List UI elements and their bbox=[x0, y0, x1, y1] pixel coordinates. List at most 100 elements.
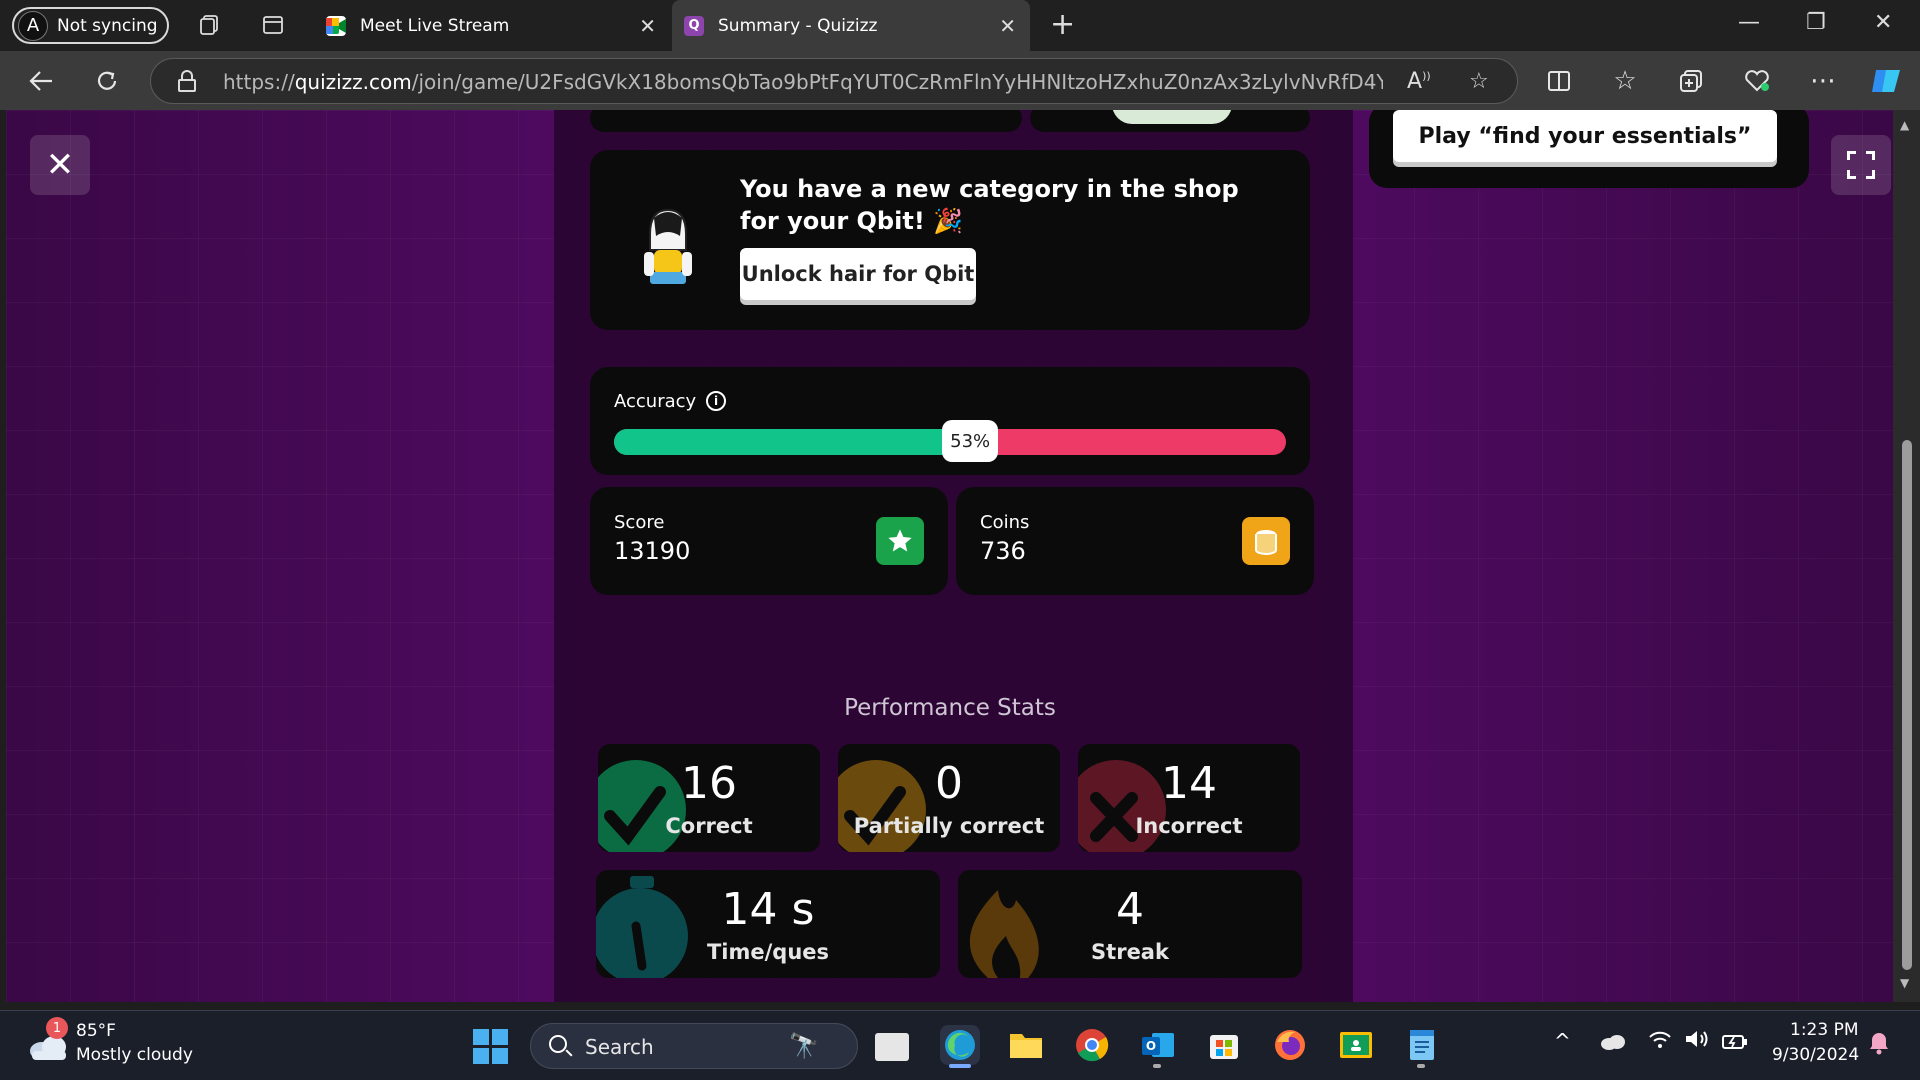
tab-meet-live-stream[interactable]: Meet Live Stream ✕ bbox=[318, 0, 670, 51]
stat-correct-label: Correct bbox=[665, 814, 753, 838]
clock-time[interactable]: 1:23 PM bbox=[1790, 1020, 1859, 1040]
split-screen-icon[interactable] bbox=[1542, 64, 1576, 98]
back-arrow-icon[interactable] bbox=[24, 64, 58, 98]
show-hidden-icons-chevron-icon[interactable]: ^ bbox=[1554, 1029, 1571, 1053]
stat-correct-value: 16 bbox=[681, 758, 737, 809]
url-scheme: https:// bbox=[223, 70, 295, 94]
quizizz-summary-page: ✕ Play “find your essentials” You have a… bbox=[6, 110, 1893, 1002]
stat-time-label: Time/ques bbox=[706, 940, 830, 964]
page-scrollbar[interactable]: ▲ ▼ bbox=[1893, 110, 1920, 1002]
tab-close-icon[interactable]: ✕ bbox=[999, 14, 1016, 38]
stat-streak-label: Streak bbox=[1091, 940, 1169, 964]
outlook-icon[interactable]: O bbox=[1138, 1025, 1178, 1065]
stat-time-value: 14 s bbox=[721, 884, 815, 935]
address-bar[interactable]: https://quizizz.com/join/game/U2FsdGVkX1… bbox=[150, 58, 1518, 104]
notepad-running-indicator bbox=[1417, 1064, 1425, 1068]
accuracy-percent-badge: 53% bbox=[942, 420, 999, 462]
edge-browser-icon[interactable] bbox=[940, 1025, 980, 1065]
notifications-bell-icon[interactable] bbox=[1868, 1031, 1890, 1060]
coins-value: 736 bbox=[980, 537, 1026, 565]
edge-active-indicator bbox=[949, 1064, 971, 1068]
score-card: Score 13190 bbox=[590, 487, 948, 595]
previous-card-stub bbox=[590, 110, 1022, 132]
volume-icon[interactable] bbox=[1684, 1029, 1710, 1054]
svg-text:O: O bbox=[1146, 1039, 1156, 1053]
search-icon bbox=[549, 1035, 567, 1053]
google-meet-icon bbox=[326, 15, 346, 36]
url-host: quizizz.com bbox=[294, 70, 412, 94]
minimize-icon[interactable]: — bbox=[1738, 10, 1760, 35]
qbit-avatar-icon bbox=[640, 206, 696, 288]
weather-description[interactable]: Mostly cloudy bbox=[76, 1045, 193, 1065]
stat-incorrect-value: 14 bbox=[1161, 758, 1217, 809]
scroll-down-arrow-icon[interactable]: ▼ bbox=[1900, 976, 1909, 990]
favorites-icon[interactable]: ☆ bbox=[1608, 64, 1642, 98]
read-aloud-icon[interactable]: A)) bbox=[1407, 69, 1431, 94]
stat-streak-value: 4 bbox=[1116, 884, 1144, 935]
stat-incorrect-label: Incorrect bbox=[1135, 814, 1243, 838]
accuracy-label: Accuracy bbox=[614, 391, 697, 412]
favorite-star-icon[interactable]: ☆ bbox=[1469, 69, 1489, 94]
score-value: 13190 bbox=[614, 537, 691, 565]
url-text[interactable]: https://quizizz.com/join/game/U2FsdGVkX1… bbox=[223, 70, 1383, 94]
score-label: Score bbox=[614, 512, 665, 533]
weather-notification-badge: 1 bbox=[46, 1017, 68, 1039]
taskbar-search-box[interactable]: Search 🔭 bbox=[530, 1023, 858, 1069]
search-highlight-icon: 🔭 bbox=[789, 1032, 819, 1060]
scroll-up-arrow-icon[interactable]: ▲ bbox=[1900, 118, 1909, 132]
info-icon[interactable]: i bbox=[706, 391, 726, 411]
refresh-icon[interactable] bbox=[90, 64, 124, 98]
new-tab-plus-icon[interactable]: + bbox=[1050, 10, 1075, 40]
performance-stats-title: Performance Stats bbox=[844, 695, 1056, 721]
stat-incorrect: 14 Incorrect bbox=[1078, 744, 1300, 852]
character-graphic bbox=[1112, 110, 1232, 124]
stat-correct: 16 Correct bbox=[598, 744, 820, 852]
coins-label: Coins bbox=[980, 512, 1030, 533]
star-icon bbox=[876, 517, 924, 565]
profile-button[interactable]: A Not syncing bbox=[12, 7, 169, 44]
task-view-icon[interactable] bbox=[875, 1033, 909, 1061]
tab-close-icon[interactable]: ✕ bbox=[639, 14, 656, 38]
tab-summary-quizizz[interactable]: Q Summary - Quizizz ✕ bbox=[672, 0, 1030, 51]
outlook-running-indicator bbox=[1153, 1064, 1161, 1068]
restore-icon[interactable]: ❐ bbox=[1806, 10, 1826, 35]
chrome-icon[interactable] bbox=[1072, 1025, 1112, 1065]
window-close-icon[interactable]: ✕ bbox=[1874, 10, 1892, 35]
profile-avatar-icon: A bbox=[18, 10, 48, 41]
stat-partial-value: 0 bbox=[935, 758, 963, 809]
google-classroom-icon[interactable] bbox=[1336, 1025, 1376, 1065]
fullscreen-icon[interactable] bbox=[1831, 135, 1891, 195]
tab-actions-icon[interactable] bbox=[260, 12, 286, 38]
qbit-message: You have a new category in the shop for … bbox=[740, 175, 1239, 235]
clock-date[interactable]: 9/30/2024 bbox=[1772, 1045, 1859, 1065]
close-icon[interactable]: ✕ bbox=[30, 135, 90, 195]
onedrive-cloud-icon[interactable] bbox=[1600, 1031, 1626, 1055]
more-options-icon[interactable]: ⋯ bbox=[1806, 64, 1840, 98]
battery-icon[interactable] bbox=[1722, 1031, 1748, 1055]
notepad-icon[interactable] bbox=[1402, 1025, 1442, 1065]
scrollbar-thumb[interactable] bbox=[1902, 440, 1912, 970]
windows-taskbar: 1 85°F Mostly cloudy Search 🔭 O ^ bbox=[0, 1010, 1920, 1080]
lock-icon[interactable] bbox=[177, 70, 197, 92]
file-explorer-icon[interactable] bbox=[1006, 1025, 1046, 1065]
url-path: /join/game/U2FsdGVkX18bomsQbTao9bPtFqYUT… bbox=[411, 70, 1383, 94]
collections-icon[interactable] bbox=[1674, 64, 1708, 98]
wifi-icon[interactable] bbox=[1648, 1029, 1672, 1054]
accuracy-card: Accuracy i 53% bbox=[590, 367, 1310, 475]
qbit-shop-card: You have a new category in the shop for … bbox=[590, 150, 1310, 330]
windows-start-icon[interactable] bbox=[473, 1029, 509, 1065]
stat-time-per-question: 14 s Time/ques bbox=[596, 870, 940, 978]
copilot-icon[interactable] bbox=[1870, 64, 1904, 98]
workspaces-icon[interactable] bbox=[196, 12, 222, 38]
play-find-essentials-button[interactable]: Play “find your essentials” bbox=[1393, 110, 1777, 162]
browser-tab-strip: A Not syncing Meet Live Stream ✕ Q Summa… bbox=[0, 0, 1920, 51]
stat-partially-correct: 0 Partially correct bbox=[838, 744, 1060, 852]
profile-sync-label: Not syncing bbox=[57, 15, 158, 36]
accuracy-bar-correct-fill bbox=[614, 429, 971, 455]
browser-essentials-heart-icon[interactable] bbox=[1740, 64, 1774, 98]
tab-title: Summary - Quizizz bbox=[718, 15, 878, 36]
unlock-hair-button[interactable]: Unlock hair for Qbit bbox=[740, 248, 976, 300]
firefox-icon[interactable] bbox=[1270, 1025, 1310, 1065]
microsoft-store-icon[interactable] bbox=[1204, 1025, 1244, 1065]
weather-temperature[interactable]: 85°F bbox=[76, 1021, 116, 1041]
